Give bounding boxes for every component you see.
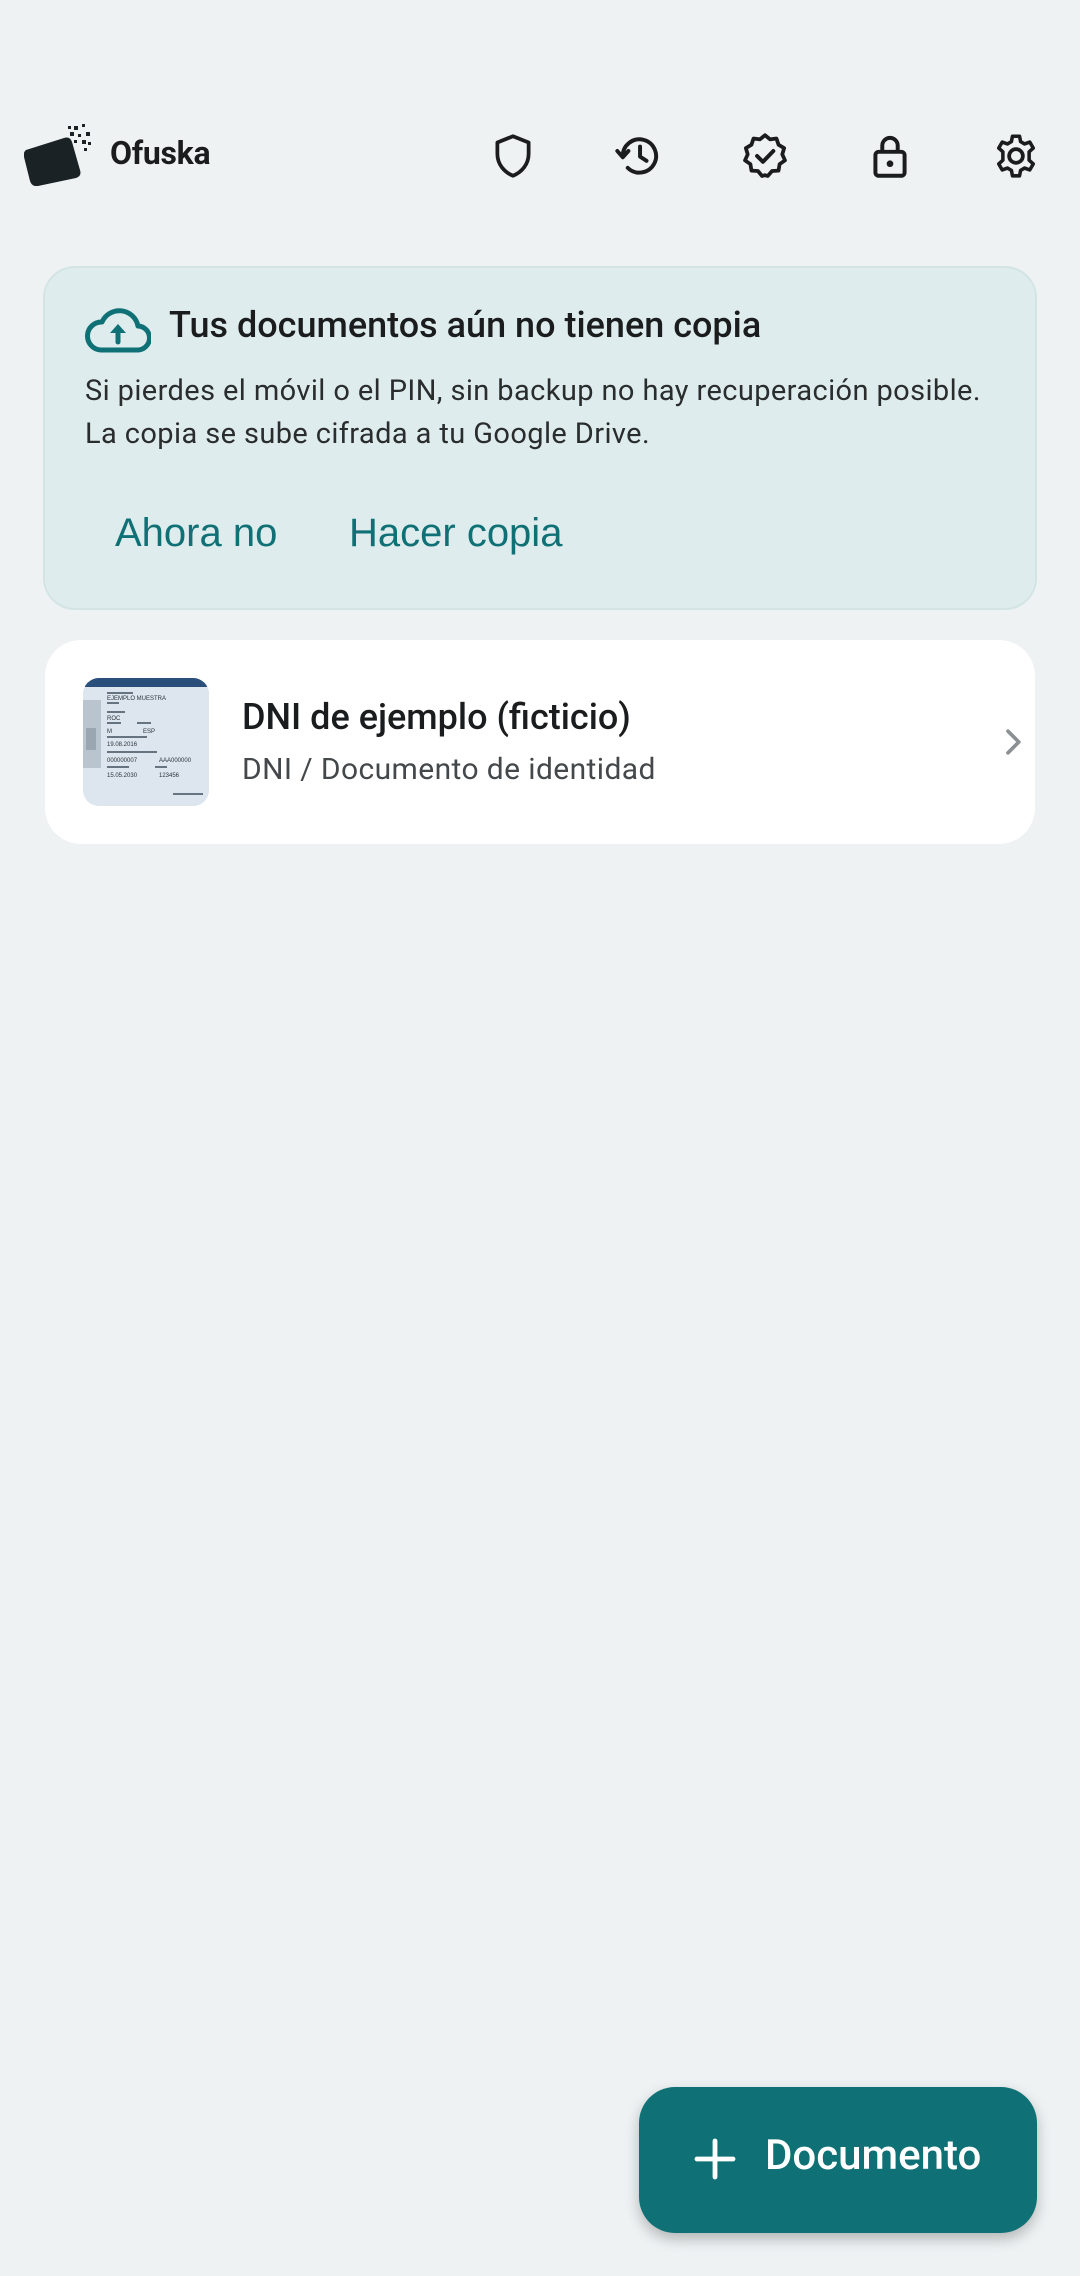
- settings-button[interactable]: [988, 128, 1044, 184]
- add-document-label: Documento: [765, 2131, 982, 2180]
- chevron-right-icon: [1006, 729, 1021, 755]
- cloud-upload-icon: [85, 308, 151, 353]
- shield-button[interactable]: [485, 128, 541, 184]
- lock-icon: [873, 135, 907, 178]
- app-logo: [23, 124, 92, 187]
- banner-body: Si pierdes el móvil o el PIN, sin backup…: [85, 374, 981, 451]
- plus-icon: [694, 2138, 736, 2180]
- thumb-birth: 19.08.2016: [107, 742, 138, 748]
- make-backup-button[interactable]: Hacer copia: [349, 498, 562, 568]
- document-thumbnail: EJEMPLO MUESTRA ROC M ESP 19.08.2016 000…: [83, 678, 209, 806]
- verified-button[interactable]: [737, 128, 793, 184]
- lock-button[interactable]: [862, 128, 918, 184]
- backup-banner: Tus documentos aún no tienen copia Si pi…: [43, 266, 1037, 610]
- thumb-support: AAA000000: [159, 758, 192, 764]
- shield-icon: [495, 134, 531, 178]
- settings-icon: [996, 134, 1036, 178]
- history-icon: [615, 137, 658, 175]
- thumb-nationality: ESP: [143, 729, 155, 735]
- thumb-can: 123456: [159, 773, 180, 779]
- app-title: Ofuska: [110, 134, 211, 172]
- dismiss-button[interactable]: Ahora no: [115, 498, 277, 568]
- banner-title: Tus documentos aún no tienen copia: [169, 304, 762, 346]
- document-list-item[interactable]: EJEMPLO MUESTRA ROC M ESP 19.08.2016 000…: [45, 640, 1035, 844]
- thumb-id-number: 000000007: [107, 758, 138, 764]
- thumb-expiry: 15.05.2030: [107, 773, 138, 779]
- thumb-name: EJEMPLO MUESTRA: [107, 696, 166, 702]
- document-title: DNI de ejemplo (ficticio): [242, 696, 631, 738]
- verified-icon: [743, 133, 787, 178]
- top-app-bar: Ofuska: [0, 110, 1080, 200]
- thumb-sex: M: [107, 729, 112, 735]
- thumb-surname: ROC: [107, 716, 121, 722]
- add-document-button[interactable]: Documento: [639, 2087, 1037, 2233]
- history-button[interactable]: [611, 128, 667, 184]
- document-subtitle: DNI / Documento de identidad: [242, 752, 656, 787]
